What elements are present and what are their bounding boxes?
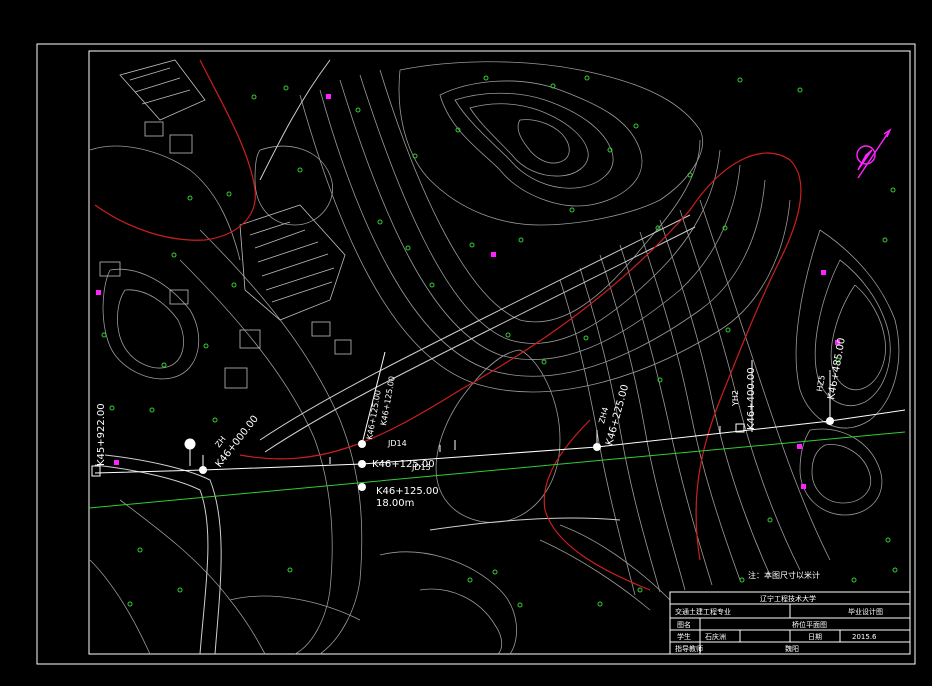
station-start-label: K45+922.00 (96, 403, 107, 466)
station-ticks (189, 351, 831, 470)
tb-date: 2015.6 (852, 633, 877, 641)
road-centerline-red (94, 59, 256, 241)
cad-drawing-sheet: K45+922.00 ZH K46+000.00 K46+125.00 K46+… (36, 43, 916, 665)
station-hz-label: ZH4 (597, 406, 610, 424)
station-hz2-label: HZ5 (815, 374, 827, 392)
tb-major: 交通土建工程专业 (675, 607, 731, 616)
tb-university: 辽宁工程技术大学 (760, 594, 816, 603)
benchmark-markers (96, 94, 840, 489)
survey-points (101, 75, 898, 608)
drawing-note: 注：本图尺寸以米计 (748, 570, 820, 580)
title-block: 辽宁工程技术大学 交通土建工程专业 毕业设计图 图名 桥位平面图 学生 石庆洲 … (669, 591, 911, 655)
contour-lines (89, 61, 900, 655)
station-jd14-label: JD14 (387, 439, 407, 448)
control-points (91, 417, 834, 491)
tb-advisor: 魏阳 (785, 644, 799, 653)
station-k46-400-label: K46+400.00 (746, 367, 757, 430)
route-alignment-red (239, 152, 802, 561)
station-k46-125d-label: K46+125.00 (376, 486, 439, 497)
span-length-label: 18.00m (376, 498, 414, 509)
tb-advisor-label: 指导教师 (675, 644, 703, 653)
tb-drawing-name-label: 图名 (677, 620, 691, 629)
station-jd15-label: JD15 (411, 463, 431, 472)
station-k46-125b-label: K46+125.00 (379, 375, 397, 426)
tb-date-label: 日期 (808, 633, 822, 641)
tb-student-label: 学生 (677, 632, 691, 641)
station-k46-485-label: K46+485.00 (826, 337, 848, 401)
tb-project-type: 毕业设计图 (848, 607, 883, 616)
inner-frame (88, 50, 911, 655)
north-arrow-icon (856, 128, 892, 179)
station-yh-label: YH2 (731, 390, 740, 407)
tb-drawing-name: 桥位平面图 (792, 620, 827, 629)
tb-student: 石庆洲 (705, 632, 726, 641)
